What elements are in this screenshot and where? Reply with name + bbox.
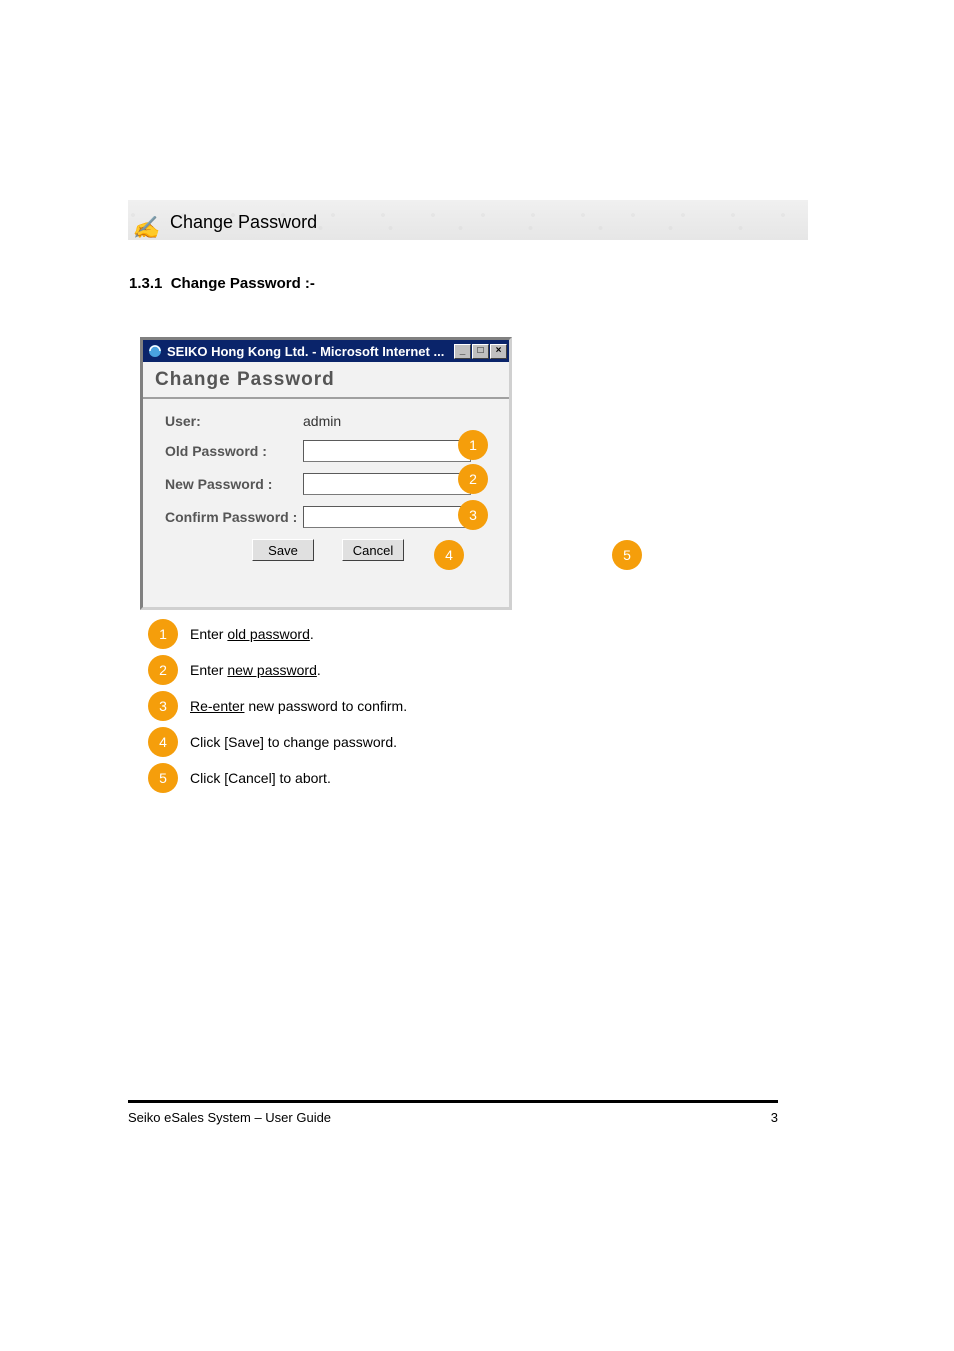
legend-marker-2: 2 — [148, 655, 178, 685]
footer-left: Seiko eSales System – User Guide — [128, 1110, 331, 1125]
ornament-icon: ✍ — [132, 215, 159, 241]
ie-icon — [147, 343, 163, 359]
window-title: SEIKO Hong Kong Ltd. - Microsoft Interne… — [167, 344, 453, 359]
section-number: 1.3.1 Change Password :- — [129, 275, 315, 292]
legend-marker-3: 3 — [148, 691, 178, 721]
confirm-password-label: Confirm Password : — [165, 509, 303, 525]
new-password-label: New Password : — [165, 476, 303, 492]
marker-2: 2 — [458, 464, 488, 494]
legend-item: 2 Enter new password. — [148, 652, 407, 688]
footer-page: 3 — [771, 1110, 778, 1125]
new-password-input[interactable] — [303, 473, 471, 495]
confirm-password-input[interactable] — [303, 506, 471, 528]
user-value: admin — [303, 413, 341, 429]
window-titlebar: SEIKO Hong Kong Ltd. - Microsoft Interne… — [143, 340, 509, 362]
legend-marker-1: 1 — [148, 619, 178, 649]
legend-marker-4: 4 — [148, 727, 178, 757]
footer: Seiko eSales System – User Guide 3 — [128, 1110, 778, 1125]
dialog-window: SEIKO Hong Kong Ltd. - Microsoft Interne… — [140, 337, 512, 610]
legend-list: 1 Enter old password. 2 Enter new passwo… — [148, 616, 407, 796]
legend-item: 5 Click [Cancel] to abort. — [148, 760, 407, 796]
user-label: User: — [165, 413, 303, 429]
old-password-input[interactable] — [303, 440, 471, 462]
legend-item: 1 Enter old password. — [148, 616, 407, 652]
legend-item: 4 Click [Save] to change password. — [148, 724, 407, 760]
marker-5: 5 — [612, 540, 642, 570]
marker-4: 4 — [434, 540, 464, 570]
footer-rule — [128, 1100, 778, 1103]
old-password-label: Old Password : — [165, 443, 303, 459]
maximize-button[interactable]: □ — [472, 344, 489, 359]
legend-marker-5: 5 — [148, 763, 178, 793]
heading-text: Change Password — [170, 212, 317, 233]
marker-3: 3 — [458, 500, 488, 530]
close-button[interactable]: × — [490, 344, 507, 359]
legend-item: 3 Re-enter new password to confirm. — [148, 688, 407, 724]
minimize-button[interactable]: _ — [454, 344, 471, 359]
dialog-title: Change Password — [143, 362, 509, 399]
cancel-button[interactable]: Cancel — [342, 539, 404, 561]
marker-1: 1 — [458, 430, 488, 460]
save-button[interactable]: Save — [252, 539, 314, 561]
